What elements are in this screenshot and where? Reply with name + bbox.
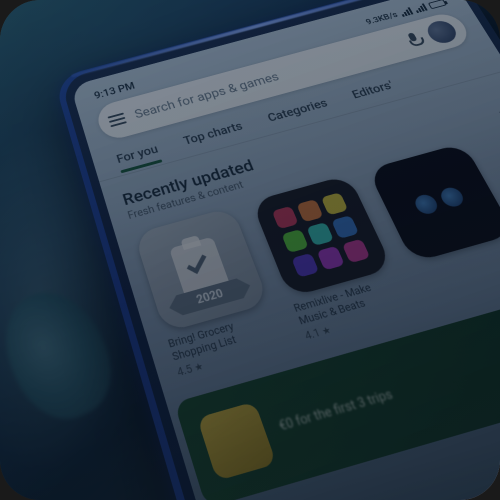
signal-icon — [399, 7, 413, 17]
hamburger-menu-icon[interactable] — [108, 113, 127, 128]
status-data-rate: 9.3KB/s — [364, 11, 399, 27]
eye-icon — [438, 185, 467, 208]
signal-icon-2 — [413, 3, 428, 13]
star-icon: ★ — [320, 324, 333, 337]
tab-editors[interactable]: Editors' — [350, 78, 396, 101]
tab-for-you[interactable]: For you — [115, 142, 160, 166]
promo-text: €0 for the first 3 trips — [277, 388, 395, 434]
photo-frame: 9:13 PM 9.3KB/s Search for apps & games — [0, 0, 500, 500]
profile-avatar[interactable] — [423, 18, 460, 45]
battery-icon — [428, 0, 447, 9]
checkmark-icon — [187, 251, 207, 274]
promo-app-icon — [197, 401, 277, 481]
eye-icon — [412, 193, 441, 216]
microphone-icon[interactable] — [404, 32, 423, 48]
star-icon: ★ — [193, 361, 205, 374]
